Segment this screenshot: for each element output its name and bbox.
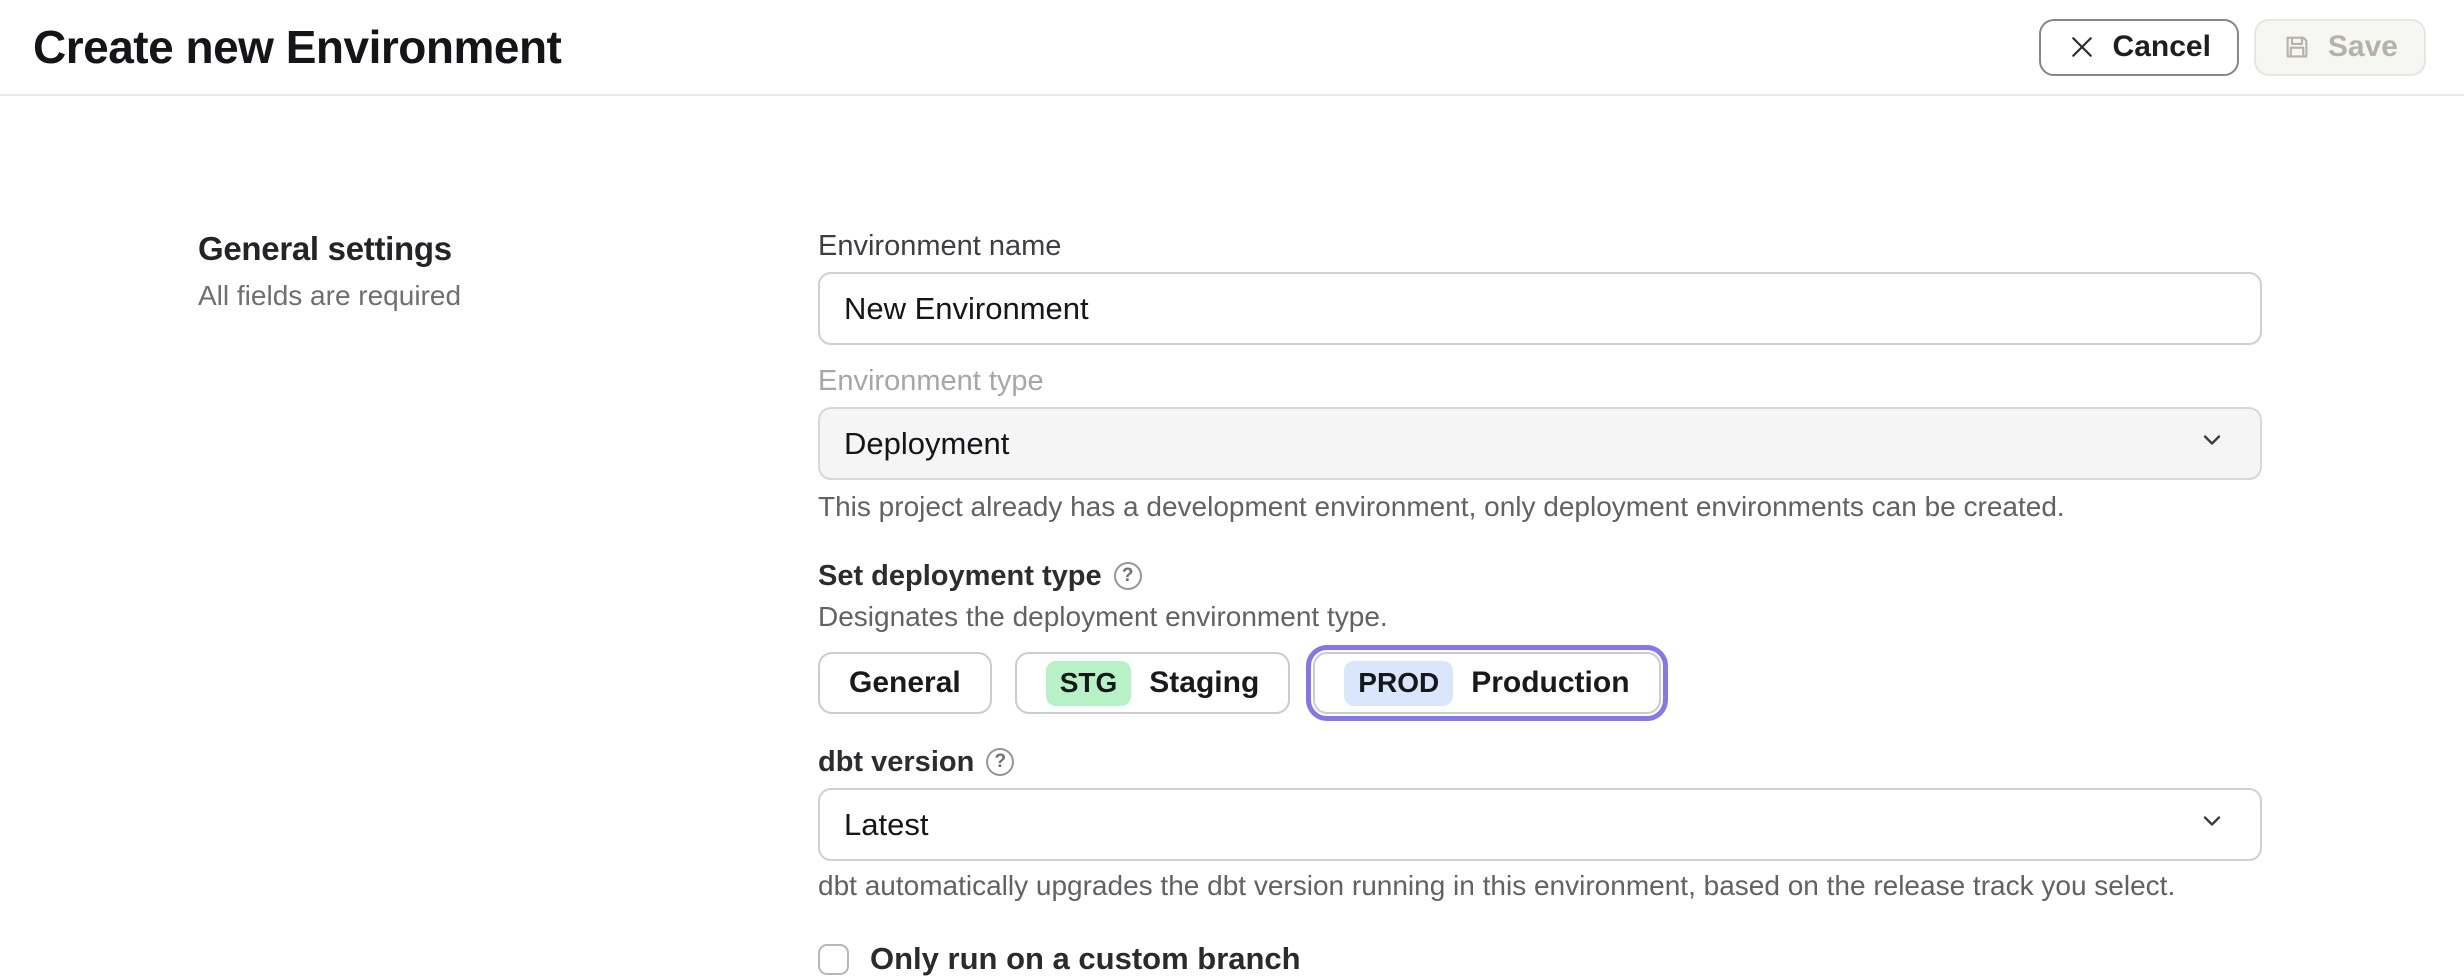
custom-branch-label[interactable]: Only run on a custom branch [870,941,1301,977]
environment-type-helper: This project already has a development e… [818,490,2262,524]
page-header: Create new Environment Cancel Save [0,0,2464,96]
production-badge: PROD [1344,661,1453,706]
staging-badge: STG [1046,661,1132,706]
deployment-type-option-production-label: Production [1471,666,1629,700]
environment-type-select[interactable]: Deployment [818,407,2262,480]
settings-section-subheading: All fields are required [198,280,818,312]
save-button[interactable]: Save [2254,19,2426,76]
deployment-type-label: Set deployment type [818,558,2262,594]
page-title: Create new Environment [33,20,561,74]
question-mark-icon[interactable] [986,748,1014,776]
save-button-label: Save [2328,30,2398,64]
settings-section-heading: General settings [198,230,818,268]
settings-form: Environment name Environment type Deploy… [818,96,2262,977]
main-content: General settings All fields are required… [0,96,2464,977]
dbt-version-select[interactable]: Latest [818,788,2262,861]
chevron-down-icon [2198,807,2226,843]
deployment-type-helper: Designates the deployment environment ty… [818,600,2262,634]
deployment-type-option-general-label: General [849,666,961,700]
deployment-type-label-text: Set deployment type [818,558,1102,594]
save-icon [2282,32,2312,62]
dbt-version-helper: dbt automatically upgrades the dbt versi… [818,869,2262,903]
cancel-button[interactable]: Cancel [2039,19,2239,76]
deployment-type-option-staging-label: Staging [1149,666,1259,700]
environment-name-input[interactable] [818,272,2262,345]
dbt-version-value: Latest [844,807,928,843]
close-icon [2067,32,2097,62]
question-mark-icon[interactable] [1114,562,1142,590]
custom-branch-checkbox[interactable] [818,944,849,975]
dbt-version-label-text: dbt version [818,744,974,780]
deployment-type-option-general[interactable]: General [818,652,992,714]
cancel-button-label: Cancel [2113,30,2211,64]
deployment-type-option-production[interactable]: PROD Production [1313,652,1660,714]
chevron-down-icon [2198,426,2226,462]
environment-type-value: Deployment [844,426,1009,462]
deployment-type-options: General STG Staging PROD Production [818,652,2262,714]
custom-branch-row: Only run on a custom branch [818,941,2262,977]
settings-intro: General settings All fields are required [0,96,818,977]
dbt-version-label: dbt version [818,744,2262,780]
deployment-type-option-staging[interactable]: STG Staging [1015,652,1291,714]
header-actions: Cancel Save [2039,19,2426,76]
environment-name-label: Environment name [818,228,2262,264]
environment-type-label: Environment type [818,363,2262,399]
